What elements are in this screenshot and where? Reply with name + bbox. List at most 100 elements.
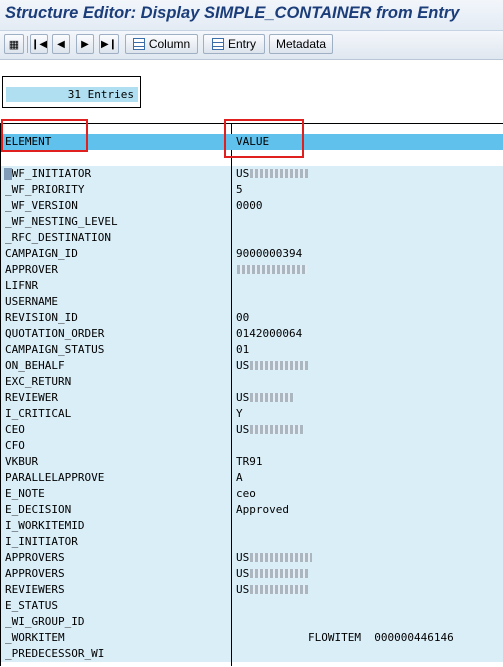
element-cell[interactable]: _WF_NESTING_LEVEL	[1, 214, 231, 230]
element-cell[interactable]: APPROVER	[1, 262, 231, 278]
table-row[interactable]: APPROVERS US	[0, 550, 503, 566]
table-row[interactable]: _WF_INITIATOR US	[0, 166, 503, 182]
table-row[interactable]: _RFC_DESTINATION	[0, 230, 503, 246]
table-row[interactable]: APPROVERS US	[0, 566, 503, 582]
element-cell[interactable]: ON_BEHALF	[1, 358, 231, 374]
value-cell[interactable]: US	[232, 390, 503, 406]
value-cell[interactable]: Y	[232, 406, 503, 422]
entry-button[interactable]: Entry	[203, 34, 265, 54]
element-cell[interactable]: REVISION_ID	[1, 310, 231, 326]
column-button[interactable]: Column	[125, 34, 198, 54]
table-row[interactable]: CEO US	[0, 422, 503, 438]
value-cell[interactable]	[232, 534, 503, 550]
value-cell[interactable]	[232, 230, 503, 246]
value-cell[interactable]: 00	[232, 310, 503, 326]
value-cell[interactable]: 0142000064	[232, 326, 503, 342]
element-cell[interactable]: _WF_INITIATOR	[1, 166, 231, 182]
value-cell[interactable]: A	[232, 470, 503, 486]
table-row[interactable]: E_NOTE ceo	[0, 486, 503, 502]
element-cell[interactable]: EXC_RETURN	[1, 374, 231, 390]
value-cell[interactable]	[232, 598, 503, 614]
table-row[interactable]: E_DECISION Approved	[0, 502, 503, 518]
table-row[interactable]: QUOTATION_ORDER 0142000064	[0, 326, 503, 342]
select-all-button[interactable]: ▦	[4, 34, 24, 54]
value-cell[interactable]	[232, 294, 503, 310]
table-row[interactable]: REVIEWER US	[0, 390, 503, 406]
table-row[interactable]: E_STATUS	[0, 598, 503, 614]
element-cell[interactable]: PARALLELAPPROVE	[1, 470, 231, 486]
value-cell[interactable]: FLOWITEM 000000446146	[232, 630, 503, 646]
value-cell[interactable]	[232, 262, 503, 278]
element-cell[interactable]: I_WORKITEMID	[1, 518, 231, 534]
value-cell[interactable]: US	[232, 166, 503, 182]
element-cell[interactable]: _PREDECESSOR_WI	[1, 646, 231, 662]
value-cell[interactable]: Approved	[232, 502, 503, 518]
element-cell[interactable]: CEO	[1, 422, 231, 438]
element-cell[interactable]: _WF_PRIORITY	[1, 182, 231, 198]
table-row[interactable]: I_WORKITEMID	[0, 518, 503, 534]
value-cell[interactable]	[232, 614, 503, 630]
table-row[interactable]: REVIEWERS US	[0, 582, 503, 598]
element-cell[interactable]: REVIEWERS	[1, 582, 231, 598]
value-cell[interactable]: 9000000394	[232, 246, 503, 262]
value-cell[interactable]	[232, 646, 503, 662]
next-page-button[interactable]: ▶	[76, 34, 94, 54]
table-row[interactable]: APPROVER	[0, 262, 503, 278]
value-cell[interactable]: 5	[232, 182, 503, 198]
table-row[interactable]: CAMPAIGN_STATUS 01	[0, 342, 503, 358]
previous-page-button[interactable]: ◀	[52, 34, 70, 54]
element-cell[interactable]: REVIEWER	[1, 390, 231, 406]
metadata-button[interactable]: Metadata	[269, 34, 333, 54]
element-cell[interactable]: I_CRITICAL	[1, 406, 231, 422]
table-row[interactable]: _WF_PRIORITY 5	[0, 182, 503, 198]
last-page-button[interactable]: ▶❙	[99, 34, 119, 54]
value-cell[interactable]	[232, 438, 503, 454]
element-cell[interactable]: _RFC_DESTINATION	[1, 230, 231, 246]
table-row[interactable]: LIFNR	[0, 278, 503, 294]
element-cell[interactable]: _WI_GROUP_ID	[1, 614, 231, 630]
element-cell[interactable]: E_NOTE	[1, 486, 231, 502]
element-cell[interactable]: VKBUR	[1, 454, 231, 470]
table-row[interactable]: REVISION_ID 00	[0, 310, 503, 326]
first-page-button[interactable]: ❙◀	[30, 34, 48, 54]
table-row[interactable]: VKBUR TR91	[0, 454, 503, 470]
value-cell[interactable]: US	[232, 358, 503, 374]
table-row[interactable]: I_INITIATOR	[0, 534, 503, 550]
value-cell[interactable]: 0000	[232, 198, 503, 214]
table-row[interactable]: CFO	[0, 438, 503, 454]
element-cell[interactable]: LIFNR	[1, 278, 231, 294]
element-cell[interactable]: _WF_VERSION	[1, 198, 231, 214]
table-row[interactable]: CAMPAIGN_ID 9000000394	[0, 246, 503, 262]
value-cell[interactable]	[232, 518, 503, 534]
value-cell[interactable]: 01	[232, 342, 503, 358]
value-cell[interactable]: TR91	[232, 454, 503, 470]
element-cell[interactable]: E_STATUS	[1, 598, 231, 614]
table-row[interactable]: USERNAME	[0, 294, 503, 310]
value-cell[interactable]	[232, 214, 503, 230]
value-cell[interactable]: US	[232, 550, 503, 566]
element-cell[interactable]: APPROVERS	[1, 566, 231, 582]
value-cell[interactable]: US	[232, 582, 503, 598]
table-row[interactable]: _WF_VERSION 0000	[0, 198, 503, 214]
table-row[interactable]: _WF_NESTING_LEVEL	[0, 214, 503, 230]
table-row[interactable]: EXC_RETURN	[0, 374, 503, 390]
table-row[interactable]: ON_BEHALF US	[0, 358, 503, 374]
element-cell[interactable]: I_INITIATOR	[1, 534, 231, 550]
element-cell[interactable]: USERNAME	[1, 294, 231, 310]
element-cell[interactable]: _WORKITEM	[1, 630, 231, 646]
value-cell[interactable]: US	[232, 566, 503, 582]
element-cell[interactable]: CFO	[1, 438, 231, 454]
value-cell[interactable]	[232, 374, 503, 390]
value-cell[interactable]: ceo	[232, 486, 503, 502]
value-cell[interactable]	[232, 278, 503, 294]
table-row[interactable]: _WORKITEM FLOWITEM 000000446146	[0, 630, 503, 646]
table-row[interactable]: I_CRITICAL Y	[0, 406, 503, 422]
element-cell[interactable]: QUOTATION_ORDER	[1, 326, 231, 342]
element-cell[interactable]: APPROVERS	[1, 550, 231, 566]
element-cell[interactable]: E_DECISION	[1, 502, 231, 518]
table-row[interactable]: PARALLELAPPROVE A	[0, 470, 503, 486]
value-cell[interactable]: US	[232, 422, 503, 438]
element-cell[interactable]: CAMPAIGN_ID	[1, 246, 231, 262]
element-cell[interactable]: CAMPAIGN_STATUS	[1, 342, 231, 358]
table-row[interactable]: _PREDECESSOR_WI	[0, 646, 503, 662]
